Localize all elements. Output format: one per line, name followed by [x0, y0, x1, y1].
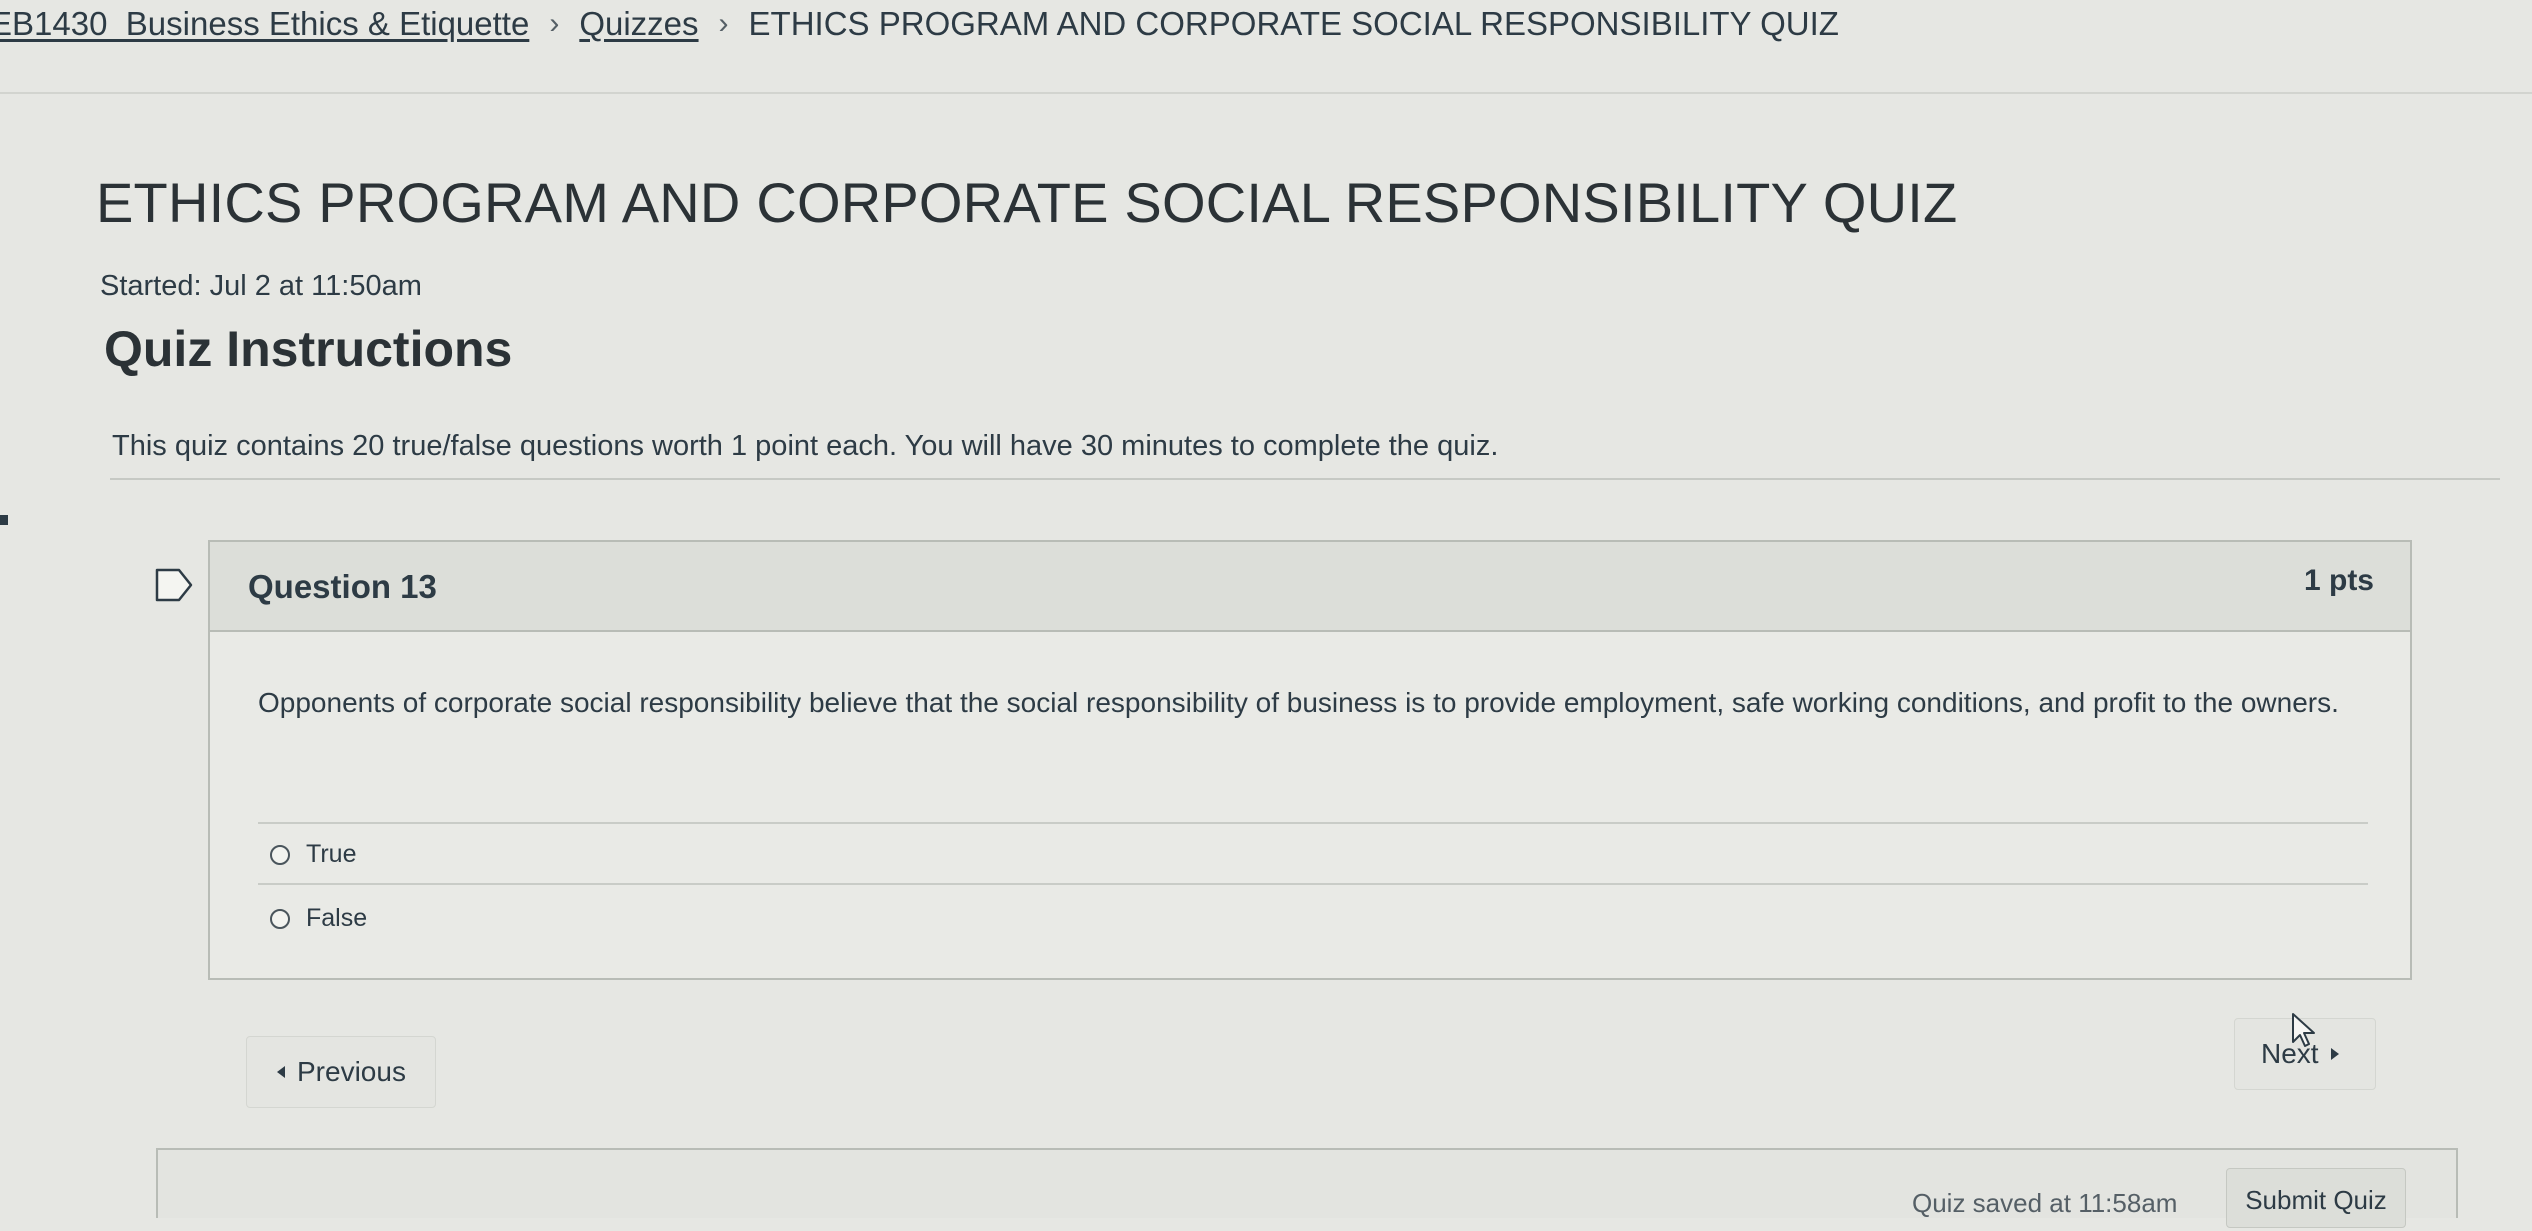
- breadcrumb-current-quiz: ETHICS PROGRAM AND CORPORATE SOCIAL RESP…: [748, 5, 1839, 42]
- answer-option-false[interactable]: False: [270, 904, 367, 933]
- answer-divider: [258, 883, 2368, 885]
- instructions-text: This quiz contains 20 true/false questio…: [112, 430, 1499, 462]
- answer-divider: [258, 822, 2368, 824]
- question-header: Question 13 1 pts: [210, 542, 2410, 632]
- quiz-started-time: Started: Jul 2 at 11:50am: [100, 270, 422, 302]
- radio-true[interactable]: [270, 844, 290, 865]
- breadcrumb-separator: ›: [549, 7, 560, 40]
- edge-marker: [0, 515, 8, 525]
- instructions-heading: Quiz Instructions: [104, 321, 513, 377]
- answer-label-true: True: [306, 840, 357, 868]
- flag-icon[interactable]: [155, 568, 195, 602]
- question-text: Opponents of corporate social responsibi…: [258, 687, 2339, 718]
- triangle-right-icon: [2330, 1048, 2339, 1060]
- quiz-saved-status: Quiz saved at 11:58am: [1912, 1188, 2178, 1218]
- breadcrumb: EB1430_Business Ethics & Etiquette › Qui…: [0, 2, 1839, 46]
- question-title: Question 13: [248, 568, 437, 605]
- answer-option-true[interactable]: True: [270, 840, 356, 869]
- breadcrumb-course-link[interactable]: EB1430_Business Ethics & Etiquette: [0, 2, 529, 46]
- question-card: Question 13 1 pts Opponents of corporate…: [208, 540, 2412, 980]
- breadcrumb-separator: ›: [718, 7, 729, 40]
- answer-label-false: False: [306, 904, 368, 932]
- instructions-divider: [110, 478, 2500, 480]
- submit-quiz-button[interactable]: Submit Quiz: [2226, 1168, 2406, 1228]
- page-title: ETHICS PROGRAM AND CORPORATE SOCIAL RESP…: [96, 171, 1958, 234]
- breadcrumb-quizzes-link[interactable]: Quizzes: [579, 2, 698, 46]
- triangle-left-icon: [277, 1066, 285, 1078]
- previous-label: Previous: [297, 1056, 406, 1087]
- question-points: 1 pts: [2303, 564, 2374, 597]
- header-divider: [0, 92, 2532, 94]
- previous-button[interactable]: Previous: [246, 1036, 436, 1108]
- radio-false[interactable]: [270, 908, 290, 929]
- mouse-cursor-icon: [2292, 1013, 2315, 1047]
